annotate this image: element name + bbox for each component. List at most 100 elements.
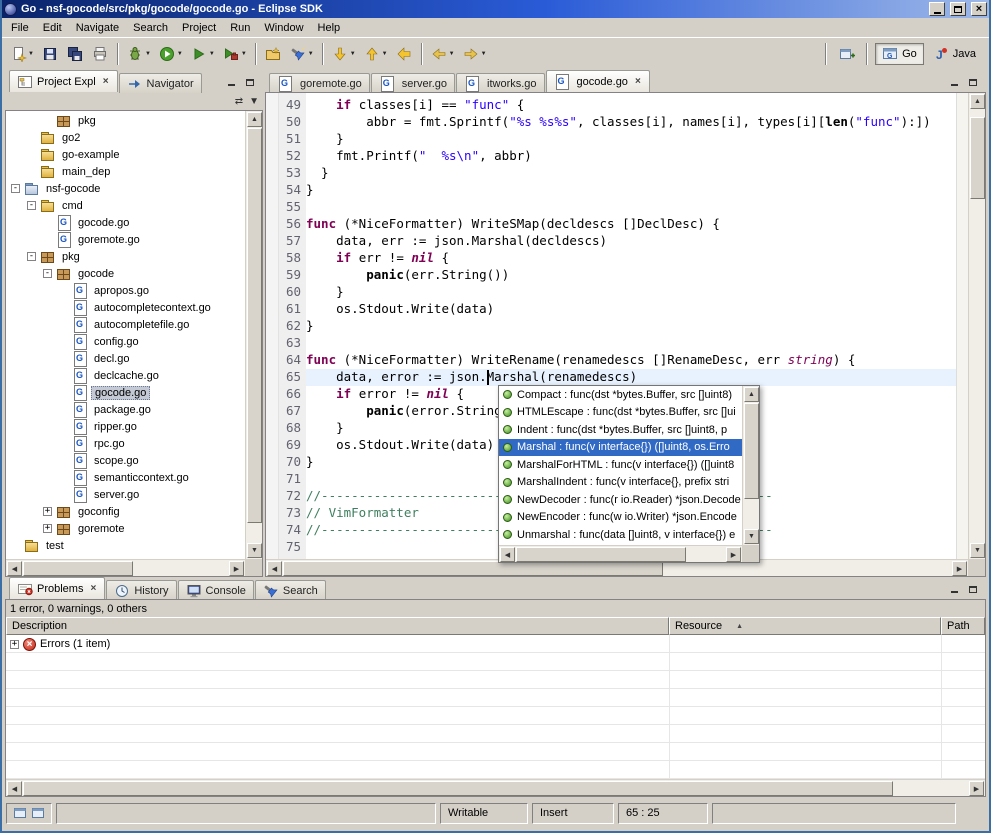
scrollbar-thumb[interactable] bbox=[247, 128, 262, 523]
fast-view-icon[interactable] bbox=[31, 806, 45, 820]
code-line-64[interactable]: func (*NiceFormatter) WriteRename(rename… bbox=[306, 352, 956, 369]
tree-item-apropos-go[interactable]: apropos.go bbox=[7, 282, 244, 299]
tree-item-gocode-go[interactable]: gocode.go bbox=[7, 384, 244, 401]
scrollbar-thumb[interactable] bbox=[516, 547, 686, 562]
tree-vertical-scrollbar[interactable]: ▲ ▼ bbox=[245, 111, 262, 559]
print-button[interactable] bbox=[89, 43, 112, 66]
scroll-left-icon[interactable]: ◀ bbox=[500, 547, 515, 562]
tree-item-rpc-go[interactable]: rpc.go bbox=[7, 435, 244, 452]
close-tab-icon[interactable]: × bbox=[102, 76, 110, 87]
scroll-up-icon[interactable]: ▲ bbox=[744, 387, 759, 402]
close-tab-icon[interactable]: × bbox=[634, 76, 642, 87]
menu-window[interactable]: Window bbox=[257, 20, 310, 36]
perspective-go-button[interactable]: GGo bbox=[875, 43, 924, 65]
completion-item[interactable]: NewEncoder : func(w io.Writer) *json.Enc… bbox=[499, 509, 742, 527]
tree-item-scope-go[interactable]: scope.go bbox=[7, 452, 244, 469]
collapse-icon[interactable]: - bbox=[27, 201, 38, 210]
tab-search[interactable]: Search bbox=[255, 580, 326, 600]
close-button[interactable]: × bbox=[971, 2, 987, 16]
code-line-50[interactable]: abbr = fmt.Sprintf("%s %s%s", classes[i]… bbox=[306, 114, 956, 131]
menu-navigate[interactable]: Navigate bbox=[69, 20, 126, 36]
dropdown-arrow-icon[interactable]: ▼ bbox=[209, 51, 215, 57]
run-button[interactable]: ▼ bbox=[156, 43, 186, 66]
annotation-ruler[interactable] bbox=[266, 93, 279, 559]
tab-itworks-go[interactable]: itworks.go bbox=[456, 73, 545, 93]
minimize-view-button[interactable] bbox=[223, 75, 239, 89]
tree-item-autocompletecontext-go[interactable]: autocompletecontext.go bbox=[7, 299, 244, 316]
tab-gocode-go[interactable]: gocode.go× bbox=[546, 70, 650, 92]
scroll-down-icon[interactable]: ▼ bbox=[247, 543, 262, 558]
tree-item-goconfig[interactable]: +goconfig bbox=[7, 503, 244, 520]
last-edit-button[interactable] bbox=[393, 43, 416, 66]
scroll-right-icon[interactable]: ▶ bbox=[726, 547, 741, 562]
run-last-button[interactable]: ▼ bbox=[188, 43, 218, 66]
tree-item-go-example[interactable]: go-example bbox=[7, 146, 244, 163]
open-perspective-button[interactable] bbox=[835, 43, 858, 66]
problems-table-body[interactable]: +Errors (1 item) bbox=[6, 635, 985, 779]
save-all-button[interactable] bbox=[64, 43, 87, 66]
tree-item-config-go[interactable]: config.go bbox=[7, 333, 244, 350]
problems-horizontal-scrollbar[interactable]: ◀ ▶ bbox=[6, 779, 985, 796]
link-with-editor-icon[interactable]: ⇄ bbox=[235, 96, 243, 107]
tree-item-server-go[interactable]: server.go bbox=[7, 486, 244, 503]
dropdown-arrow-icon[interactable]: ▼ bbox=[382, 51, 388, 57]
scrollbar-thumb[interactable] bbox=[283, 561, 663, 576]
scroll-up-icon[interactable]: ▲ bbox=[247, 112, 262, 127]
collapse-icon[interactable]: - bbox=[27, 252, 38, 261]
tree-item-package-go[interactable]: package.go bbox=[7, 401, 244, 418]
scroll-left-icon[interactable]: ◀ bbox=[7, 561, 22, 576]
completion-item[interactable]: HTMLEscape : func(dst *bytes.Buffer, src… bbox=[499, 404, 742, 422]
maximize-button[interactable] bbox=[950, 2, 966, 16]
scroll-left-icon[interactable]: ◀ bbox=[267, 561, 282, 576]
dropdown-arrow-icon[interactable]: ▼ bbox=[449, 51, 455, 57]
menu-run[interactable]: Run bbox=[223, 20, 257, 36]
column-header-path[interactable]: Path bbox=[941, 617, 985, 635]
tree-item-goremote-go[interactable]: goremote.go bbox=[7, 231, 244, 248]
maximize-view-button[interactable] bbox=[242, 75, 258, 89]
code-line-61[interactable]: os.Stdout.Write(data) bbox=[306, 301, 956, 318]
line-number-ruler[interactable]: 4950515253545556575859606162636465666768… bbox=[279, 93, 306, 559]
scrollbar-thumb[interactable] bbox=[970, 117, 985, 199]
new-go-element-button[interactable] bbox=[262, 43, 285, 66]
completion-item[interactable]: Indent : func(dst *bytes.Buffer, src []u… bbox=[499, 421, 742, 439]
column-header-resource[interactable]: Resource▲ bbox=[669, 617, 941, 635]
dropdown-arrow-icon[interactable]: ▼ bbox=[145, 51, 151, 57]
tab-history[interactable]: History bbox=[106, 580, 176, 600]
minimize-view-button[interactable] bbox=[946, 582, 962, 596]
new-wizard-button[interactable]: ▼ bbox=[7, 43, 37, 66]
tree-item-nsf-gocode[interactable]: -nsf-gocode bbox=[7, 180, 244, 197]
tree-item-pkg[interactable]: pkg bbox=[7, 112, 244, 129]
editor-vertical-scrollbar[interactable]: ▲ ▼ bbox=[968, 93, 985, 559]
collapse-icon[interactable]: - bbox=[11, 184, 22, 193]
scrollbar-thumb[interactable] bbox=[23, 561, 133, 576]
tree-item-pkg[interactable]: -pkg bbox=[7, 248, 244, 265]
tree-item-main-dep[interactable]: main_dep bbox=[7, 163, 244, 180]
code-line-60[interactable]: } bbox=[306, 284, 956, 301]
code-line-53[interactable]: } bbox=[306, 165, 956, 182]
code-line-59[interactable]: panic(err.String()) bbox=[306, 267, 956, 284]
overview-ruler[interactable] bbox=[956, 93, 968, 559]
completion-item[interactable]: MarshalForHTML : func(v interface{}) ([]… bbox=[499, 456, 742, 474]
scroll-left-icon[interactable]: ◀ bbox=[7, 781, 22, 796]
tree-item-autocompletefile-go[interactable]: autocompletefile.go bbox=[7, 316, 244, 333]
collapse-icon[interactable]: - bbox=[43, 269, 54, 278]
completion-item[interactable]: Unmarshal : func(data []uint8, v interfa… bbox=[499, 526, 742, 544]
expand-icon[interactable]: + bbox=[43, 507, 54, 516]
code-line-55[interactable] bbox=[306, 199, 956, 216]
maximize-view-button[interactable] bbox=[965, 75, 981, 89]
tree-item-go2[interactable]: go2 bbox=[7, 129, 244, 146]
dropdown-arrow-icon[interactable]: ▼ bbox=[308, 51, 314, 57]
column-header-description[interactable]: Description bbox=[6, 617, 669, 635]
scroll-up-icon[interactable]: ▲ bbox=[970, 94, 985, 109]
maximize-view-button[interactable] bbox=[965, 582, 981, 596]
menu-file[interactable]: File bbox=[4, 20, 36, 36]
tree-item-cmd[interactable]: -cmd bbox=[7, 197, 244, 214]
code-line-63[interactable] bbox=[306, 335, 956, 352]
prev-annotation-button[interactable]: ▼ bbox=[361, 43, 391, 66]
code-line-62[interactable]: } bbox=[306, 318, 956, 335]
scroll-right-icon[interactable]: ▶ bbox=[952, 561, 967, 576]
search-button[interactable]: ▼ bbox=[287, 43, 317, 66]
view-menu-icon[interactable]: ▼ bbox=[249, 96, 259, 107]
menu-help[interactable]: Help bbox=[311, 20, 348, 36]
tab-project-expl[interactable]: Project Expl× bbox=[9, 70, 118, 92]
